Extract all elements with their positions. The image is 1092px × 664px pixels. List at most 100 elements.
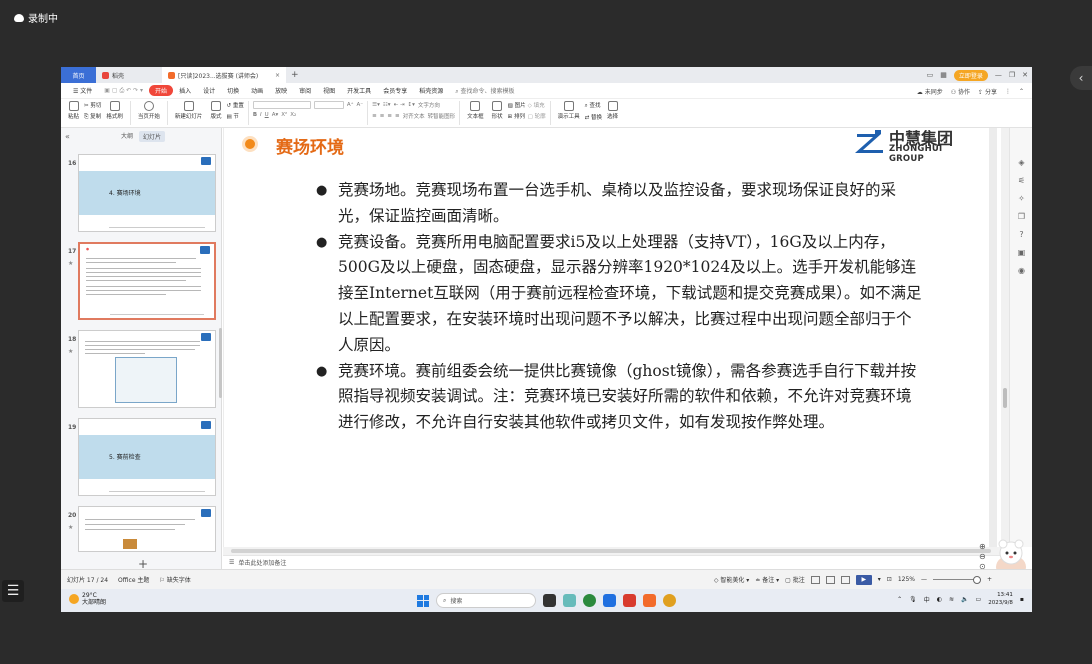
close-tab-icon[interactable]: × xyxy=(275,72,280,79)
zoom-level[interactable]: 125% xyxy=(898,576,915,583)
notes-toggle[interactable]: ≐ 备注 ▾ xyxy=(755,575,779,584)
replace-button[interactable]: ⇄ 替换 xyxy=(585,113,602,121)
comments-toggle[interactable]: ▢ 批注 xyxy=(785,575,805,584)
wifi-icon[interactable]: ≋ xyxy=(949,596,954,603)
clock[interactable]: 13:41 2023/9/8 xyxy=(988,591,1013,607)
bullet-equipment[interactable]: 竞赛设备。竞赛所用电脑配置要求i5及以上处理器（支持VT），16G及以上内存，5… xyxy=(316,230,926,359)
underline-icon[interactable]: U xyxy=(265,112,269,118)
text-direction-button[interactable]: 文字方向 xyxy=(418,101,440,109)
copy-button[interactable]: ⎘ 复制 xyxy=(84,112,101,121)
quick-save-icon[interactable]: ▣ ▢ ⎙ ↶ ↷ ▾ xyxy=(98,87,149,95)
tab-docer[interactable]: 稻壳 xyxy=(96,67,162,83)
volume-icon[interactable]: 🔈 xyxy=(961,596,968,603)
slide-thumbnail-19[interactable]: 5. 赛前检查 xyxy=(78,418,216,496)
help-icon[interactable]: ? xyxy=(1017,230,1026,239)
superscript-icon[interactable]: X² xyxy=(281,112,287,118)
windows-start-icon[interactable] xyxy=(417,594,429,607)
zoom-minus-icon[interactable]: — xyxy=(921,576,927,583)
canvas-horizontal-scrollbar[interactable] xyxy=(223,547,1001,555)
weather-widget[interactable]: 29°C 大部晴朗 xyxy=(69,592,106,606)
mic-icon[interactable]: 🎙 xyxy=(909,596,917,603)
reading-view-icon[interactable] xyxy=(840,575,850,584)
theme-name[interactable]: Office 主题 xyxy=(118,575,149,584)
slide-thumbnail-18[interactable] xyxy=(78,330,216,408)
animation-star-icon[interactable]: ✧ xyxy=(1017,194,1026,203)
share-button[interactable]: ⇪ 分享 xyxy=(978,87,997,96)
chrome-icon[interactable] xyxy=(663,594,676,607)
new-slide-button[interactable]: 新建幻灯片 xyxy=(172,101,206,120)
tab-slides[interactable]: 幻灯片 xyxy=(139,130,166,142)
menu-insert[interactable]: 插入 xyxy=(173,86,197,95)
cut-button[interactable]: ✂ 剪切 xyxy=(84,101,101,109)
numbered-list-icon[interactable]: ☷▾ xyxy=(383,102,391,108)
apps-grid-icon[interactable]: ▦ xyxy=(940,71,947,79)
align-right-icon[interactable]: ≡ xyxy=(387,113,392,119)
notification-icon[interactable]: ▪ xyxy=(1020,596,1024,603)
image-icon[interactable]: ▣ xyxy=(1017,248,1026,257)
play-options-icon[interactable]: ▾ xyxy=(878,576,881,583)
command-search[interactable]: ⌕ 查找命令、搜索模板 xyxy=(449,86,514,96)
collapse-ribbon-icon[interactable]: ⌃ xyxy=(1019,88,1024,95)
outline-button[interactable]: ▢ 轮廓 xyxy=(528,112,546,120)
collapse-arrow-icon[interactable]: ‹ xyxy=(1070,66,1092,90)
app-blue-icon[interactable] xyxy=(603,594,616,607)
italic-icon[interactable]: I xyxy=(260,112,262,118)
taskbar-search[interactable]: ⌕ 搜索 xyxy=(436,593,536,608)
menu-slideshow[interactable]: 放映 xyxy=(269,86,293,95)
smart-beautify-button[interactable]: ◇ 智能美化 ▾ xyxy=(714,575,749,584)
slideshow-play-icon[interactable]: ▶ xyxy=(855,574,872,585)
collab-button[interactable]: ⚇ 协作 xyxy=(951,87,970,96)
slide-thumbnail-17[interactable]: ● xyxy=(78,242,216,320)
section-button[interactable]: ▤ 节 xyxy=(226,112,243,120)
font-color-icon[interactable]: A▾ xyxy=(272,112,279,118)
app-tray-icon[interactable]: ◐ xyxy=(937,596,942,603)
layout-button[interactable]: 版式 xyxy=(207,101,224,120)
menu-member[interactable]: 会员专享 xyxy=(377,86,413,95)
menu-review[interactable]: 审阅 xyxy=(293,86,317,95)
copy-icon[interactable]: ❐ xyxy=(1017,212,1026,221)
normal-view-icon[interactable] xyxy=(810,575,820,584)
menu-transition[interactable]: 切换 xyxy=(221,86,245,95)
justify-icon[interactable]: ≡ xyxy=(395,113,400,119)
menu-developer[interactable]: 开发工具 xyxy=(341,86,377,95)
location-icon[interactable]: ◉ xyxy=(1017,266,1026,275)
login-button[interactable]: 立即登录 xyxy=(953,69,988,81)
battery-icon[interactable]: ▭ xyxy=(976,596,982,603)
fit-window-icon[interactable]: ⊡ xyxy=(887,576,892,583)
bullet-venue[interactable]: 竞赛场地。竞赛现场布置一台选手机、桌椅以及监控设备，要求现场保证良好的采光，保证… xyxy=(316,178,926,230)
subscript-icon[interactable]: X₂ xyxy=(290,112,296,118)
taskview-icon[interactable] xyxy=(543,594,556,607)
tray-expand-icon[interactable]: ⌃ xyxy=(897,596,902,603)
font-shrink-icon[interactable]: A⁻ xyxy=(357,102,364,108)
sorter-view-icon[interactable] xyxy=(825,575,835,584)
collapse-panel-icon[interactable]: « xyxy=(65,132,70,141)
menu-docer-resources[interactable]: 稻壳资源 xyxy=(413,86,449,95)
minimize-icon[interactable]: — xyxy=(995,71,1002,79)
h-scroll-thumb[interactable] xyxy=(231,549,991,553)
align-left-icon[interactable]: ≡ xyxy=(372,113,377,119)
paste-button[interactable]: 粘贴 xyxy=(65,101,82,120)
from-current-button[interactable]: 当页开始 xyxy=(135,101,163,120)
tab-document[interactable]: [只读]2023...选拔赛 (讲师会) × xyxy=(162,67,286,83)
zoom-out-icon[interactable]: ⊖ xyxy=(979,552,991,561)
line-spacing-icon[interactable]: ↕▾ xyxy=(408,102,415,108)
fill-button[interactable]: ◇ 填充 xyxy=(528,101,546,109)
font-name-select[interactable] xyxy=(252,101,311,109)
list-menu-icon[interactable]: ☰ xyxy=(2,580,24,602)
reset-button[interactable]: ↺ 重置 xyxy=(226,101,243,109)
smart-graphic-button[interactable]: 转智能图形 xyxy=(428,112,456,120)
textbox-button[interactable]: 文本框 xyxy=(464,101,487,120)
align-center-icon[interactable]: ≡ xyxy=(380,113,385,119)
notes-area[interactable]: ☰ 单击此处添加备注 xyxy=(223,555,1001,569)
font-size-select[interactable] xyxy=(313,101,344,109)
bullet-environment[interactable]: 竞赛环境。赛前组委会统一提供比赛镜像（ghost镜像），需各参赛选手自行下载并按… xyxy=(316,359,926,436)
wechat-icon[interactable] xyxy=(583,594,596,607)
scroll-thumb[interactable] xyxy=(1003,388,1007,408)
current-slide[interactable]: 赛场环境 中慧集团 ZHONGHUI GROUP 竞赛场地。竞赛现场布置一台选手… xyxy=(224,128,989,547)
panel-scrollbar[interactable] xyxy=(219,328,222,398)
slide-body[interactable]: 竞赛场地。竞赛现场布置一台选手机、桌椅以及监控设备，要求现场保证良好的采光，保证… xyxy=(316,178,926,436)
find-button[interactable]: ⌕ 查找 xyxy=(585,101,602,110)
close-window-icon[interactable]: ✕ xyxy=(1022,71,1028,79)
add-tab-button[interactable]: + xyxy=(286,70,304,80)
canvas-vertical-scrollbar[interactable] xyxy=(1001,128,1009,547)
